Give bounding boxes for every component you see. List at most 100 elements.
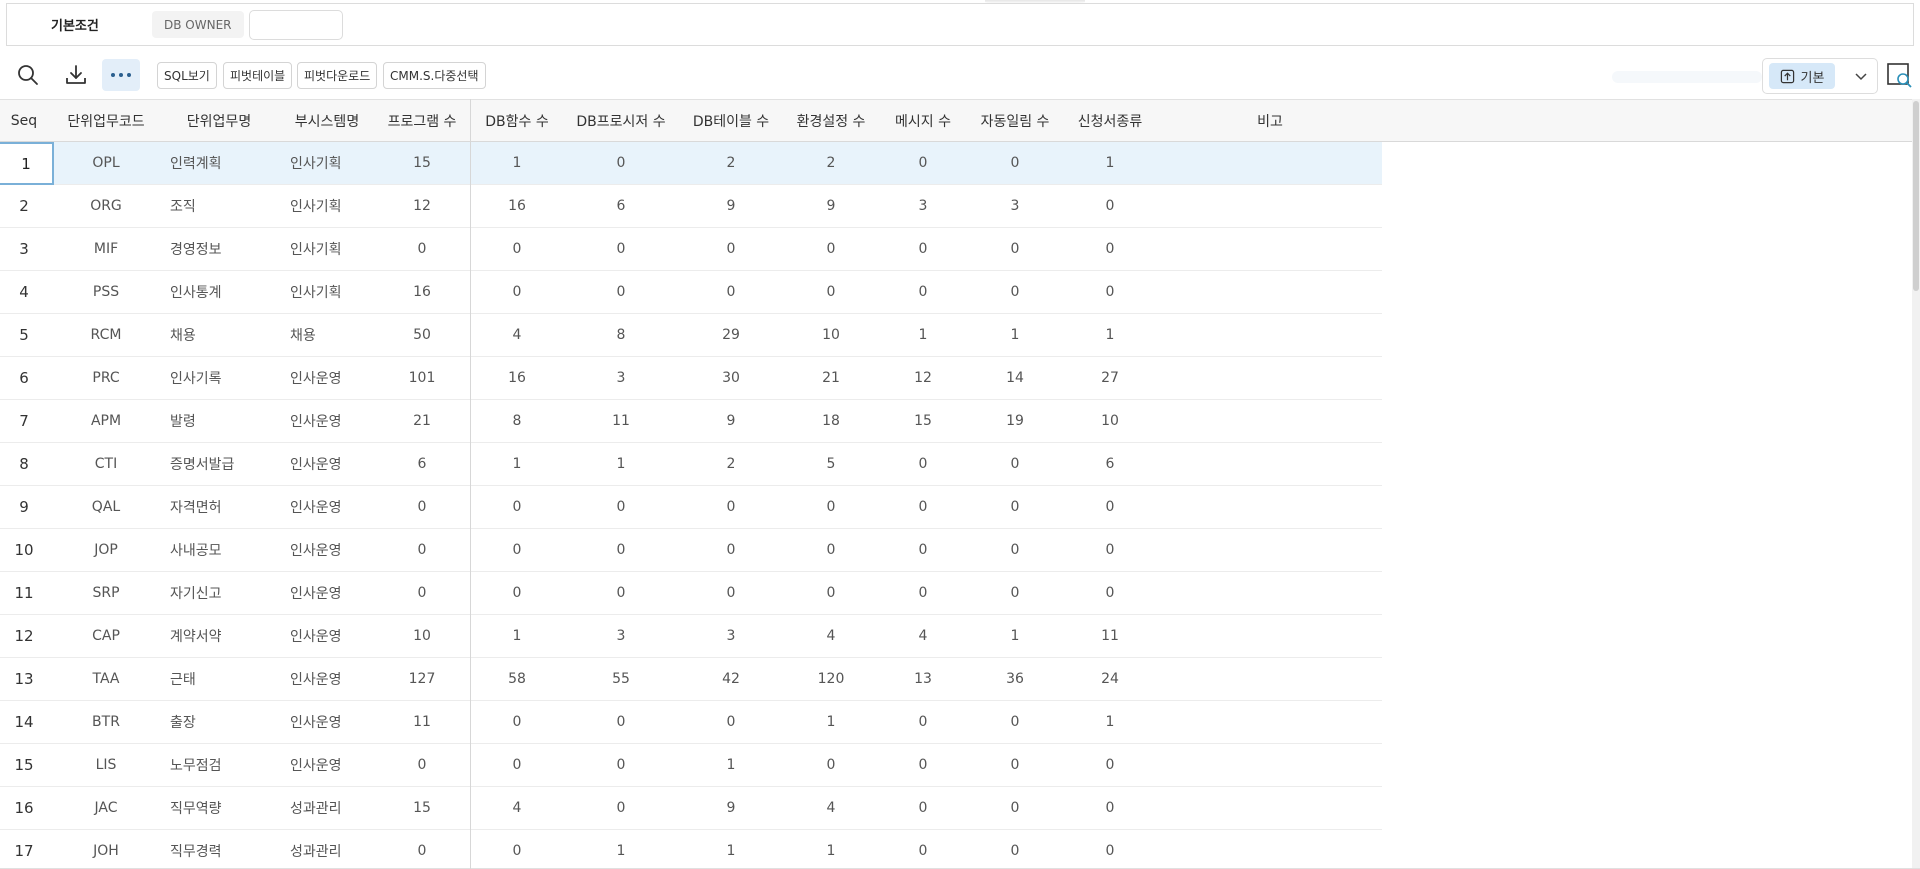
cell-program-count[interactable]: 0 xyxy=(374,830,470,869)
column-header-form-type[interactable]: 신청서종류 xyxy=(1062,100,1158,142)
cell-seq[interactable]: 2 xyxy=(0,185,48,227)
cell-program-count[interactable]: 127 xyxy=(374,658,470,700)
cell-db-table-count[interactable]: 0 xyxy=(678,271,784,313)
cell-db-table-count[interactable]: 42 xyxy=(678,658,784,700)
cell-auto-notify-count[interactable]: 0 xyxy=(967,787,1063,829)
table-row[interactable]: 16 JAC 직무역량 성과관리 15 4 0 9 4 0 0 0 xyxy=(0,787,1382,830)
cell-message-count[interactable]: 0 xyxy=(880,744,966,786)
cell-remark[interactable] xyxy=(1210,615,1330,657)
cell-seq[interactable]: 8 xyxy=(0,443,48,485)
cell-program-count[interactable]: 16 xyxy=(374,271,470,313)
search-panel-icon[interactable] xyxy=(1886,62,1912,88)
cell-auto-notify-count[interactable]: 0 xyxy=(967,142,1063,184)
cell-seq[interactable]: 9 xyxy=(0,486,48,528)
cell-message-count[interactable]: 15 xyxy=(880,400,966,442)
cell-form-type[interactable]: 1 xyxy=(1062,314,1158,356)
column-header-db-procedure-count[interactable]: DB프로시저 수 xyxy=(565,100,677,142)
cell-seq[interactable]: 4 xyxy=(0,271,48,313)
cell-message-count[interactable]: 3 xyxy=(880,185,966,227)
cell-message-count[interactable]: 0 xyxy=(880,701,966,743)
cell-db-function-count[interactable]: 4 xyxy=(471,314,563,356)
cell-program-count[interactable]: 0 xyxy=(374,228,470,270)
cell-form-type[interactable]: 24 xyxy=(1062,658,1158,700)
db-owner-input[interactable] xyxy=(248,9,343,40)
cell-unit-code[interactable]: TAA xyxy=(51,658,161,700)
cell-db-procedure-count[interactable]: 0 xyxy=(565,701,677,743)
table-row[interactable]: 8 CTI 증명서발급 인사운영 6 1 1 2 5 0 0 6 xyxy=(0,443,1382,486)
cell-message-count[interactable]: 4 xyxy=(880,615,966,657)
cell-db-function-count[interactable]: 1 xyxy=(471,615,563,657)
cell-unit-name[interactable]: 인사기록 xyxy=(170,357,280,399)
cell-unit-code[interactable]: LIS xyxy=(51,744,161,786)
cell-config-count[interactable]: 4 xyxy=(783,787,879,829)
cell-unit-name[interactable]: 증명서발급 xyxy=(170,443,280,485)
column-header-db-function-count[interactable]: DB함수 수 xyxy=(471,100,563,142)
cell-config-count[interactable]: 2 xyxy=(783,142,879,184)
cell-unit-code[interactable]: OPL xyxy=(51,142,161,184)
table-row[interactable]: 3 MIF 경영정보 인사기획 0 0 0 0 0 0 0 0 xyxy=(0,228,1382,271)
cell-db-table-count[interactable]: 0 xyxy=(678,228,784,270)
cell-unit-code[interactable]: ORG xyxy=(51,185,161,227)
cell-unit-name[interactable]: 계약서약 xyxy=(170,615,280,657)
cell-db-function-count[interactable]: 0 xyxy=(471,744,563,786)
cell-unit-name[interactable]: 사내공모 xyxy=(170,529,280,571)
download-icon[interactable] xyxy=(61,60,91,90)
cell-auto-notify-count[interactable]: 1 xyxy=(967,314,1063,356)
cell-seq[interactable]: 10 xyxy=(0,529,48,571)
cell-form-type[interactable]: 10 xyxy=(1062,400,1158,442)
cell-seq[interactable]: 11 xyxy=(0,572,48,614)
table-row[interactable]: 10 JOP 사내공모 인사운영 0 0 0 0 0 0 0 0 xyxy=(0,529,1382,572)
cell-db-table-count[interactable]: 2 xyxy=(678,443,784,485)
cell-db-function-count[interactable]: 0 xyxy=(471,830,563,869)
chevron-down-icon[interactable] xyxy=(1853,68,1869,84)
cell-db-table-count[interactable]: 0 xyxy=(678,486,784,528)
search-icon[interactable] xyxy=(13,60,43,90)
cell-seq[interactable]: 1 xyxy=(0,142,54,185)
cell-unit-name[interactable]: 근태 xyxy=(170,658,280,700)
cell-config-count[interactable]: 1 xyxy=(783,830,879,869)
table-row[interactable]: 14 BTR 출장 인사운영 11 0 0 0 1 0 0 1 xyxy=(0,701,1382,744)
cell-remark[interactable] xyxy=(1210,314,1330,356)
cell-remark[interactable] xyxy=(1210,658,1330,700)
cell-auto-notify-count[interactable]: 19 xyxy=(967,400,1063,442)
cell-seq[interactable]: 16 xyxy=(0,787,48,829)
cell-config-count[interactable]: 9 xyxy=(783,185,879,227)
cell-auto-notify-count[interactable]: 0 xyxy=(967,744,1063,786)
cell-unit-code[interactable]: PRC xyxy=(51,357,161,399)
cell-db-function-count[interactable]: 8 xyxy=(471,400,563,442)
cell-auto-notify-count[interactable]: 0 xyxy=(967,830,1063,869)
cell-program-count[interactable]: 0 xyxy=(374,486,470,528)
cell-unit-name[interactable]: 조직 xyxy=(170,185,280,227)
cell-unit-code[interactable]: SRP xyxy=(51,572,161,614)
cell-remark[interactable] xyxy=(1210,142,1330,184)
cell-form-type[interactable]: 6 xyxy=(1062,443,1158,485)
cell-form-type[interactable]: 1 xyxy=(1062,701,1158,743)
cell-program-count[interactable]: 10 xyxy=(374,615,470,657)
cell-unit-code[interactable]: MIF xyxy=(51,228,161,270)
cell-config-count[interactable]: 21 xyxy=(783,357,879,399)
cell-unit-name[interactable]: 채용 xyxy=(170,314,280,356)
cell-remark[interactable] xyxy=(1210,486,1330,528)
multi-select-button[interactable]: CMM.S.다중선택 xyxy=(383,62,486,89)
cell-db-procedure-count[interactable]: 8 xyxy=(565,314,677,356)
cell-remark[interactable] xyxy=(1210,228,1330,270)
cell-remark[interactable] xyxy=(1210,572,1330,614)
scrollbar-thumb[interactable] xyxy=(1913,101,1919,291)
column-header-unit-name[interactable]: 단위업무명 xyxy=(164,100,274,142)
cell-auto-notify-count[interactable]: 0 xyxy=(967,443,1063,485)
cell-db-table-count[interactable]: 9 xyxy=(678,787,784,829)
cell-remark[interactable] xyxy=(1210,701,1330,743)
cell-form-type[interactable]: 1 xyxy=(1062,142,1158,184)
cell-config-count[interactable]: 0 xyxy=(783,744,879,786)
cell-unit-code[interactable]: RCM xyxy=(51,314,161,356)
cell-db-function-count[interactable]: 0 xyxy=(471,228,563,270)
cell-program-count[interactable]: 0 xyxy=(374,744,470,786)
cell-program-count[interactable]: 12 xyxy=(374,185,470,227)
cell-unit-code[interactable]: APM xyxy=(51,400,161,442)
column-header-message-count[interactable]: 메시지 수 xyxy=(880,100,966,142)
pivot-download-button[interactable]: 피벗다운로드 xyxy=(297,62,378,89)
cell-db-function-count[interactable]: 16 xyxy=(471,185,563,227)
cell-config-count[interactable]: 18 xyxy=(783,400,879,442)
cell-message-count[interactable]: 13 xyxy=(880,658,966,700)
cell-unit-code[interactable]: JAC xyxy=(51,787,161,829)
